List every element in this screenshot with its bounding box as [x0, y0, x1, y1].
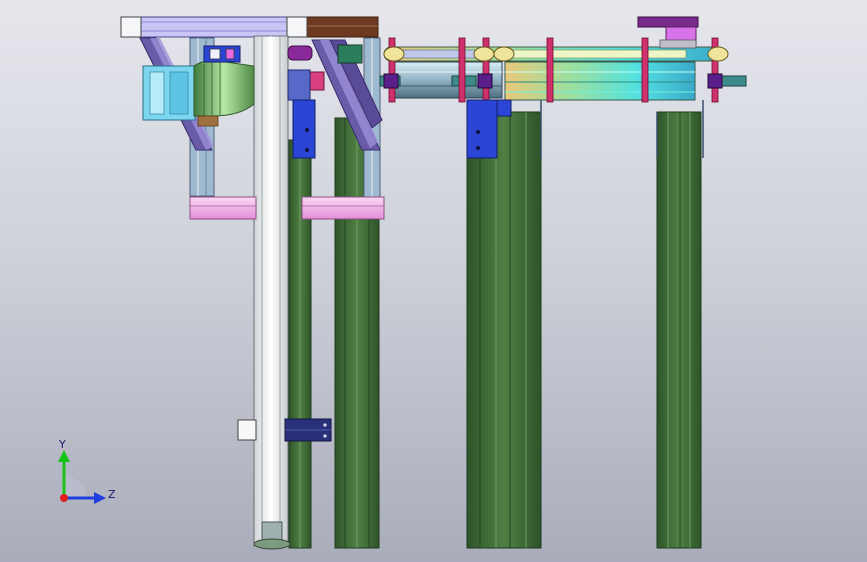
z-axis-label: Z	[108, 488, 116, 501]
cad-viewport[interactable]: Y Z	[0, 0, 867, 562]
top-rail[interactable]	[123, 16, 379, 38]
y-axis-label: Y	[58, 438, 66, 451]
support-column-right[interactable]	[656, 111, 702, 549]
corner-block-top-left[interactable]	[120, 16, 142, 38]
x-axis-dot	[60, 494, 68, 502]
gear-motor[interactable]	[142, 60, 255, 127]
z-axis-arrowhead	[94, 492, 106, 504]
conveyor-drum-right[interactable]	[504, 61, 696, 101]
purple-clamp[interactable]	[287, 45, 313, 61]
sensor-bracket[interactable]	[203, 45, 241, 63]
lift-carriage[interactable]	[237, 418, 332, 442]
y-axis-arrowhead	[58, 450, 70, 462]
pink-slab-right[interactable]	[301, 196, 385, 220]
pink-slab-left[interactable]	[189, 196, 257, 220]
assembly-model[interactable]	[0, 0, 867, 562]
orientation-triad: Y Z	[58, 438, 116, 504]
lift-column[interactable]	[253, 35, 289, 547]
corner-block-top-center[interactable]	[286, 16, 308, 38]
conveyor-upper-rail[interactable]	[383, 46, 725, 62]
triad-arc	[64, 476, 86, 498]
support-column-middle[interactable]	[466, 111, 542, 549]
